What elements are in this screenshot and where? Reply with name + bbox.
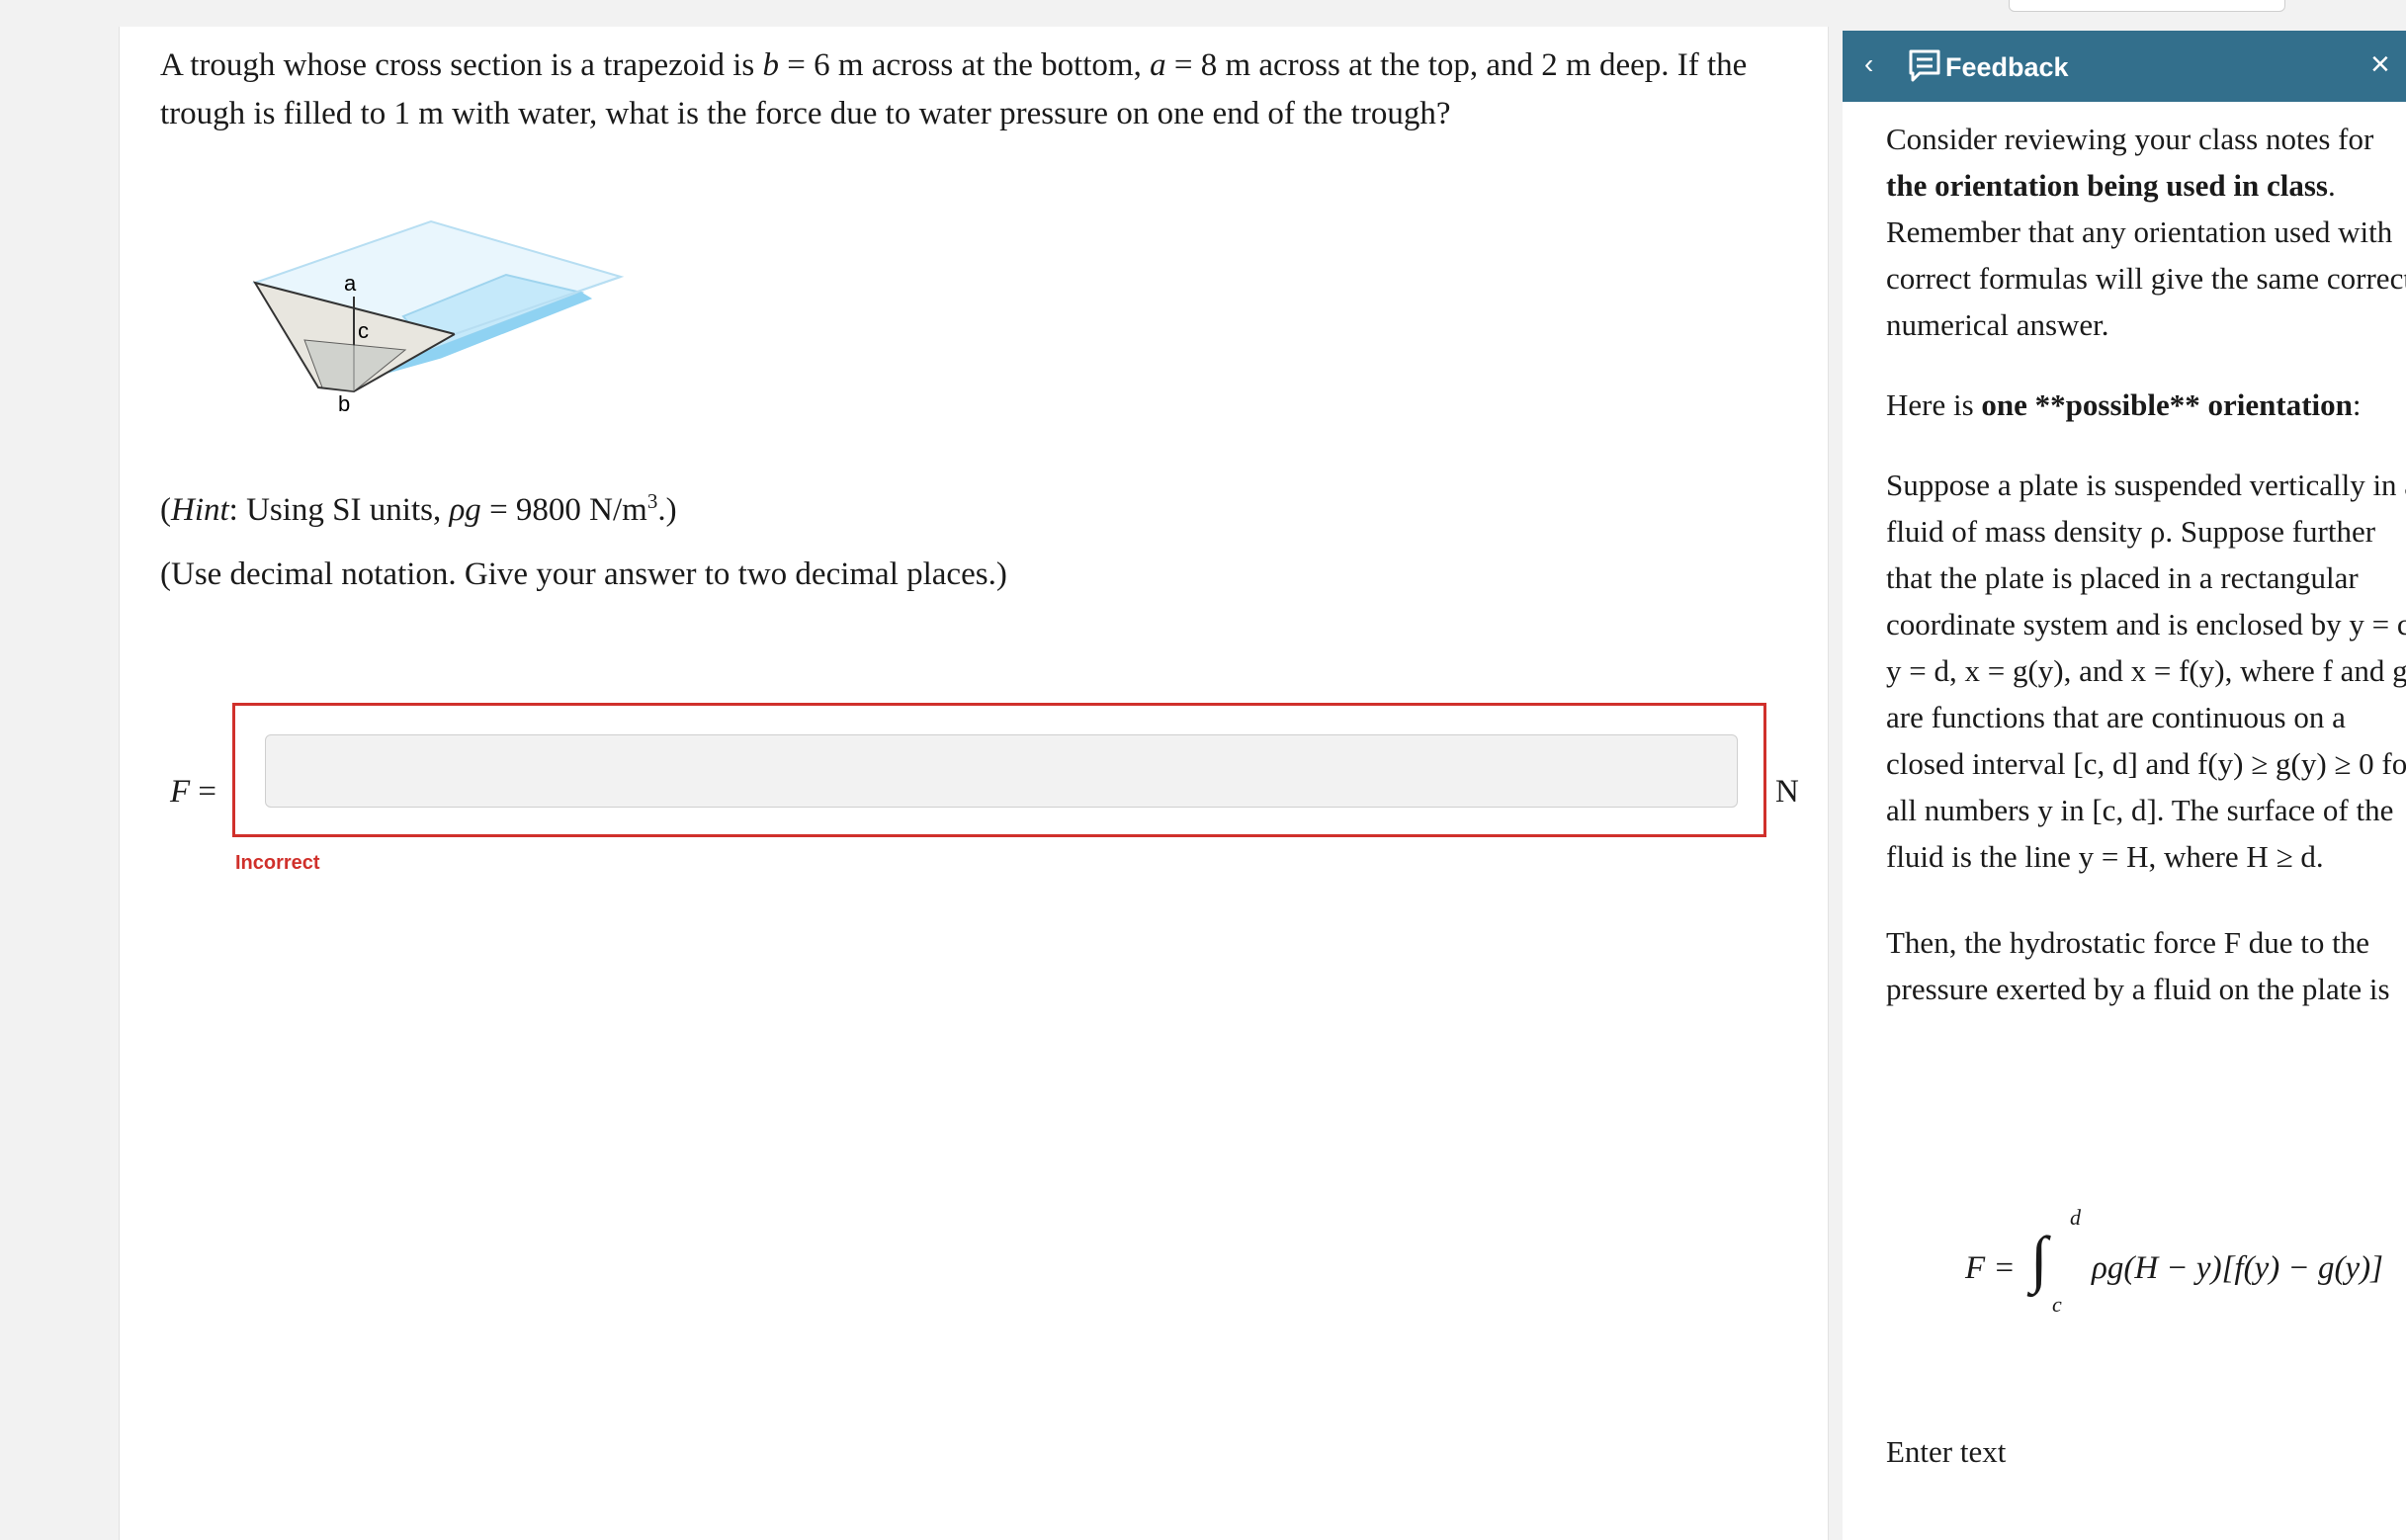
feedback-enter-text[interactable]: Enter text	[1886, 1434, 2006, 1470]
formula-integrand: ρg(H − y)[f(y) − g(y)]	[2092, 1250, 2383, 1286]
feedback-p2-bold: one **possible** orientation	[1981, 387, 2353, 422]
problem-seg2: = 6 m across at the bottom,	[787, 47, 1142, 83]
hint-value: = 9800 N/m	[489, 492, 647, 528]
feedback-header: ‹ Feedback ×	[1843, 31, 2406, 102]
feedback-p1-bold: the orientation being used in class	[1886, 168, 2328, 203]
feedback-paragraph-2: Here is one **possible** orientation:	[1886, 382, 2406, 428]
hint-text: (Hint: Using SI units, ρg = 9800 N/m3.)	[160, 489, 677, 529]
hint-close: .)	[657, 492, 677, 528]
answer-eq: =	[198, 774, 217, 810]
chevron-left-icon[interactable]: ‹	[1864, 48, 1873, 80]
hint-open: (	[160, 492, 171, 528]
diagram-label-a: a	[344, 271, 357, 296]
answer-status: Incorrect	[235, 852, 320, 874]
trough-diagram: a c b	[251, 219, 625, 416]
top-tab[interactable]	[2009, 0, 2285, 12]
feedback-paragraph-3: Suppose a plate is suspended vertically …	[1886, 468, 2406, 874]
feedback-body: Consider reviewing your class notes for …	[1886, 116, 2406, 1012]
answer-frame	[232, 703, 1766, 837]
force-formula: F = ∫ d c ρg(H − y)[f(y) − g(y)]	[1965, 1193, 2406, 1322]
feedback-icon	[1909, 49, 1940, 82]
integral-lower-limit: c	[2052, 1292, 2062, 1317]
feedback-panel: ‹ Feedback × Consider reviewing your cla…	[1843, 31, 2406, 1540]
answer-unit: N	[1775, 774, 1799, 810]
diagram-label-b: b	[338, 391, 350, 416]
hint-middle: : Using SI units,	[228, 492, 442, 528]
var-b: b	[762, 47, 779, 83]
feedback-title: Feedback	[1945, 52, 2069, 82]
feedback-paragraph-4: Then, the hydrostatic force F due to the…	[1886, 925, 2390, 1006]
instructions-text: (Use decimal notation. Give your answer …	[160, 556, 1007, 592]
answer-var: F	[170, 774, 191, 810]
feedback-p2-b: :	[2352, 387, 2362, 422]
feedback-p2-a: Here is	[1886, 387, 1974, 422]
answer-label: F =	[170, 774, 216, 811]
feedback-p1-a: Consider reviewing your class notes for	[1886, 122, 2374, 156]
hint-exponent: 3	[646, 489, 658, 513]
problem-seg1: A trough whose cross section is a trapez…	[160, 47, 755, 83]
problem-statement: A trough whose cross section is a trapez…	[160, 42, 1781, 138]
answer-input[interactable]	[265, 734, 1738, 808]
formula-lhs: F =	[1965, 1250, 2016, 1286]
integral-sign: ∫	[2030, 1224, 2048, 1294]
close-icon[interactable]: ×	[2370, 46, 2390, 82]
diagram-label-c: c	[358, 318, 369, 343]
var-a: a	[1150, 47, 1166, 83]
feedback-paragraph-1: Consider reviewing your class notes for …	[1886, 116, 2406, 348]
hint-word: Hint	[171, 492, 229, 528]
hint-rho-g: ρg	[449, 492, 481, 528]
integral-upper-limit: d	[2070, 1205, 2081, 1230]
